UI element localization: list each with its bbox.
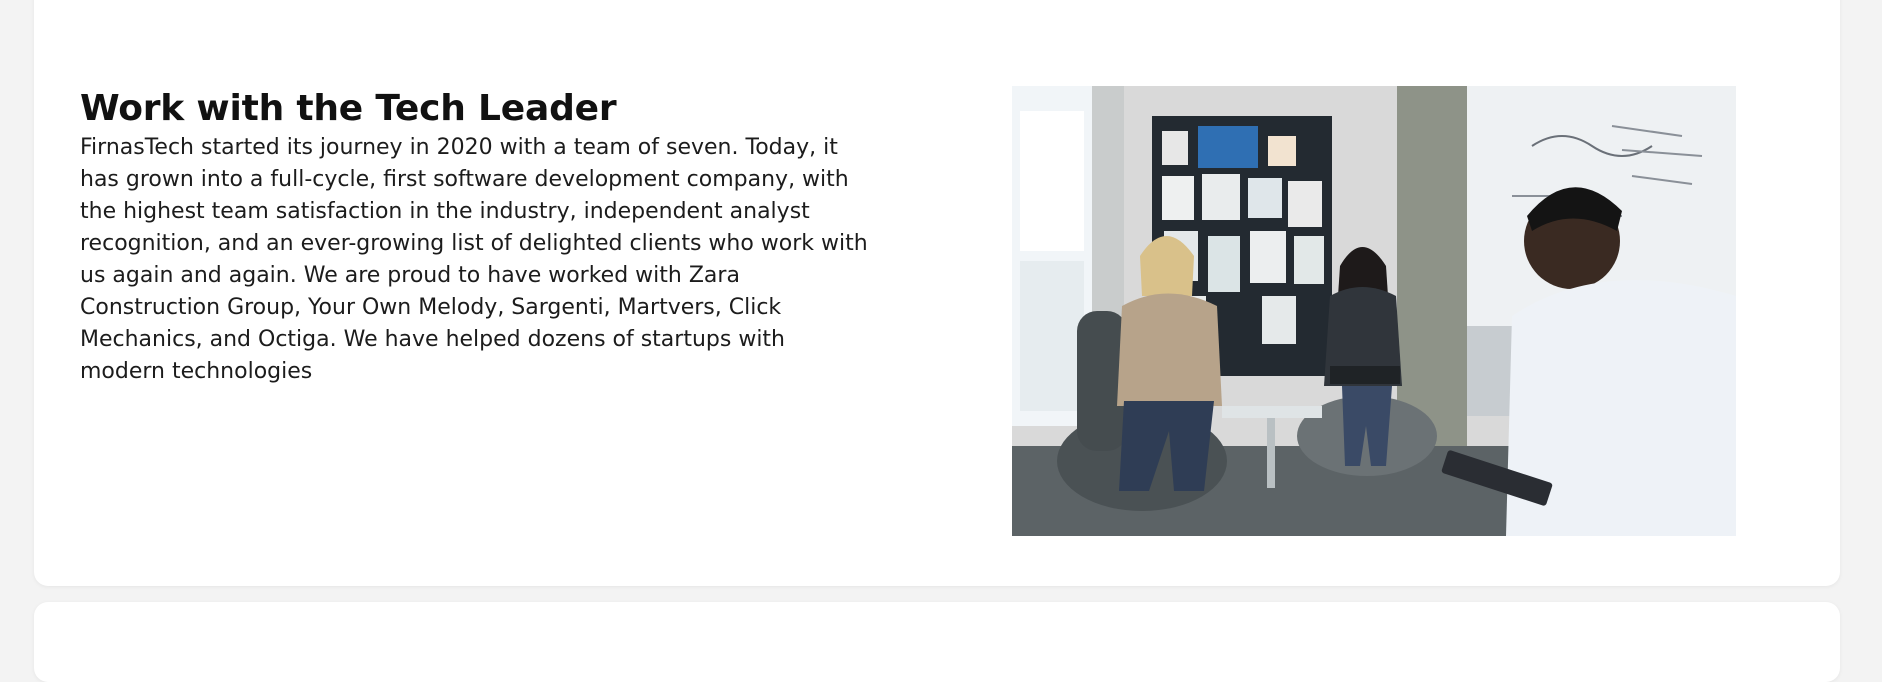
pinned-sheet (1208, 236, 1240, 292)
pinned-sheet (1198, 126, 1258, 168)
pinned-sheet (1202, 174, 1240, 220)
pinned-sheet (1250, 231, 1286, 283)
next-section-card (34, 602, 1840, 682)
team-meeting-photo (1012, 86, 1736, 536)
photo-window-pane-top (1020, 111, 1084, 251)
photo-window-pane-bottom (1020, 261, 1084, 411)
photo-illustration (1012, 86, 1736, 536)
pinned-sheet (1262, 296, 1296, 344)
pinned-sheet (1248, 178, 1282, 218)
about-card: Work with the Tech Leader FirnasTech sta… (34, 0, 1840, 586)
person-left-sweater (1117, 293, 1222, 406)
photo-table-leg (1267, 418, 1275, 488)
pinned-sheet (1288, 181, 1322, 227)
photo-pillar (1397, 86, 1467, 446)
pinned-sheet (1294, 236, 1324, 284)
pinned-sheet (1162, 176, 1194, 220)
pinned-sheet (1162, 131, 1188, 165)
photo-table (1222, 406, 1322, 418)
section-description: FirnasTech started its journey in 2020 w… (80, 135, 868, 384)
about-text-column: Work with the Tech Leader FirnasTech sta… (80, 88, 870, 388)
section-heading: Work with the Tech Leader (80, 88, 617, 129)
person-middle-laptop (1330, 366, 1400, 384)
pinned-sheet (1268, 136, 1296, 166)
